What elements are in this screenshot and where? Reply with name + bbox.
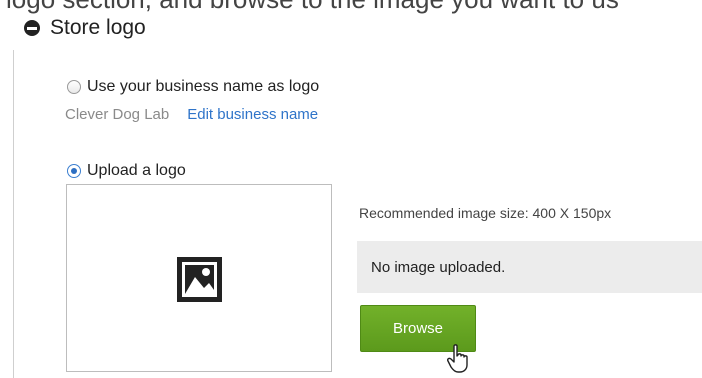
business-name-row: Clever Dog Lab Edit business name — [65, 106, 318, 123]
upload-logo-option[interactable]: Upload a logo — [67, 162, 186, 180]
recommended-size-text: Recommended image size: 400 X 150px — [359, 205, 612, 221]
upload-status-text: No image uploaded. — [371, 258, 506, 276]
upload-logo-option-label: Upload a logo — [87, 162, 186, 179]
section-title: Store logo — [50, 16, 146, 39]
minus-circle-icon[interactable] — [24, 20, 40, 36]
business-name-value: Clever Dog Lab — [65, 106, 170, 123]
upload-logo-radio[interactable] — [67, 164, 81, 178]
store-logo-settings: logo section, and browse to the image yo… — [0, 0, 702, 378]
business-name-option[interactable]: Use your business name as logo — [67, 78, 319, 96]
image-icon — [177, 257, 222, 302]
section-divider — [13, 50, 14, 378]
section-header[interactable]: Store logo — [24, 16, 146, 40]
edit-business-name-link[interactable]: Edit business name — [187, 106, 318, 123]
business-name-radio[interactable] — [67, 80, 81, 94]
hand-pointer-icon — [447, 344, 468, 373]
business-name-option-label: Use your business name as logo — [87, 78, 320, 95]
instruction-text-fragment: logo section, and browse to the image yo… — [6, 0, 619, 15]
upload-status-box: No image uploaded. — [357, 241, 702, 293]
